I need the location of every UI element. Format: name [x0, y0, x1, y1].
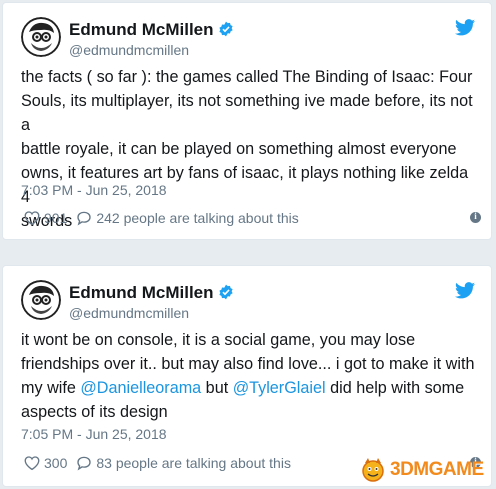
tweet-text-line: Souls, its multiplayer, its not somethin… — [21, 92, 473, 134]
speech-bubble-icon — [77, 456, 92, 471]
tweet-text: it wont be on console, it is a social ga… — [21, 328, 477, 424]
tweet-actions: 300 83 people are talking about this — [23, 453, 477, 473]
like-button[interactable]: 300 — [23, 454, 67, 472]
tweet-card[interactable]: Edmund McMillen @edmundmcmillen it wont … — [2, 265, 492, 487]
conversation-link[interactable]: 83 people are talking about this — [75, 454, 291, 472]
author-handle[interactable]: @edmundmcmillen — [69, 305, 189, 321]
avatar[interactable] — [21, 17, 61, 57]
avatar[interactable] — [21, 280, 61, 320]
info-icon[interactable] — [470, 211, 481, 223]
tweet-timestamp[interactable]: 7:03 PM - Jun 25, 2018 — [21, 182, 167, 198]
verified-badge-icon — [218, 21, 233, 37]
author-name[interactable]: Edmund McMillen — [69, 20, 234, 40]
author-name[interactable]: Edmund McMillen — [69, 283, 234, 303]
tweet-text-line: battle royale, it can be played on somet… — [21, 140, 457, 158]
tweet-text-fragment: my wife — [21, 379, 81, 397]
tweet-text-fragment: did help with some — [325, 379, 465, 397]
speech-bubble-icon — [77, 211, 92, 226]
conversation-link[interactable]: 242 people are talking about this — [75, 209, 299, 227]
mention-link[interactable]: @Danielleorama — [80, 379, 201, 397]
tweet-header: Edmund McMillen @edmundmcmillen — [21, 278, 479, 326]
twitter-bird-icon[interactable] — [455, 19, 475, 36]
tweet-text-line: friendships over it.. but may also find … — [21, 355, 475, 373]
tweet-actions: 901 242 people are talking about this — [23, 208, 477, 228]
author-name-text: Edmund McMillen — [69, 283, 214, 302]
tweet-card[interactable]: Edmund McMillen @edmundmcmillen the fact… — [2, 2, 492, 240]
mention-link[interactable]: @TylerGlaiel — [233, 379, 326, 397]
heart-icon — [24, 456, 40, 471]
tweet-header: Edmund McMillen @edmundmcmillen — [21, 15, 479, 63]
author-handle[interactable]: @edmundmcmillen — [69, 42, 189, 58]
like-count: 300 — [44, 455, 68, 471]
tweet-timestamp[interactable]: 7:05 PM - Jun 25, 2018 — [21, 426, 167, 442]
heart-icon — [24, 211, 40, 226]
tweet-text-line: my wife @Danielleorama but @TylerGlaiel … — [21, 376, 477, 400]
author-name-text: Edmund McMillen — [69, 20, 214, 39]
verified-badge-icon — [218, 284, 233, 300]
conversation-count: 242 people are talking about this — [96, 210, 299, 226]
tweet-text-fragment: but — [201, 379, 233, 397]
twitter-bird-icon[interactable] — [455, 282, 475, 299]
tweet-text-line: it wont be on console, it is a social ga… — [21, 331, 416, 349]
like-count: 901 — [44, 210, 68, 226]
conversation-count: 83 people are talking about this — [96, 455, 291, 471]
info-icon[interactable] — [470, 456, 481, 468]
tweet-text-line: aspects of its design — [21, 403, 168, 421]
tweet-text-line: the facts ( so far ): the games called T… — [21, 68, 473, 86]
like-button[interactable]: 901 — [23, 209, 67, 227]
